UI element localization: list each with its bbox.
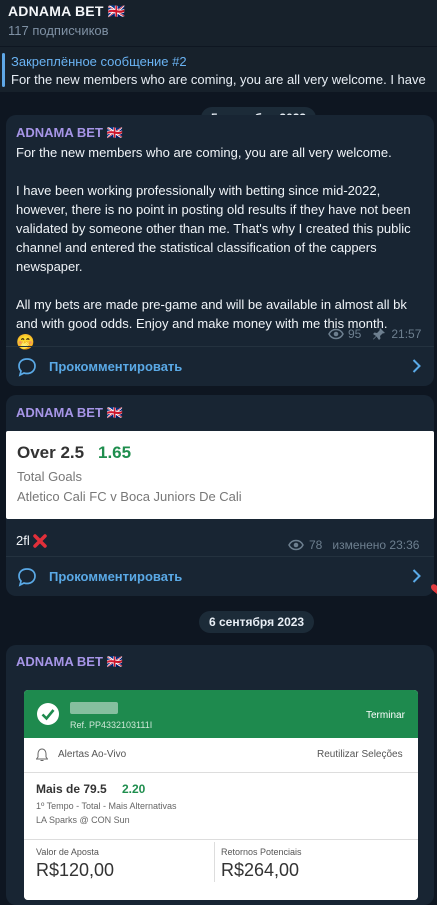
- message-sender[interactable]: ADNAMA BET 🇬🇧: [16, 125, 123, 141]
- comment-label: Прокомментировать: [49, 569, 183, 584]
- reuse-selections-label[interactable]: Reutilizar Seleções: [317, 749, 403, 760]
- slip-status[interactable]: Terminar: [366, 710, 405, 721]
- message-paragraph: For the new members who are coming, you …: [16, 145, 392, 160]
- stake-label: Valor de Aposta: [36, 847, 99, 857]
- message-caption: 2fl: [16, 531, 48, 550]
- message-sender[interactable]: ADNAMA BET 🇬🇧: [16, 654, 123, 670]
- bell-icon: [36, 748, 48, 762]
- message-text: For the new members who are coming, you …: [16, 143, 426, 352]
- returns-value: R$264,00: [221, 860, 300, 880]
- check-circle-icon: [36, 702, 60, 726]
- message-time: 21:57: [391, 327, 422, 341]
- bet-odds: 1.65: [98, 443, 132, 462]
- live-alerts-label[interactable]: Alertas Ao-Vivo: [58, 749, 126, 760]
- message-bubble[interactable]: ADNAMA BET 🇬🇧 For the new members who ar…: [6, 115, 434, 386]
- comment-icon: [17, 567, 37, 587]
- channel-header[interactable]: ADNAMA BET 🇬🇧 117 подписчиков: [0, 0, 437, 46]
- bet-slip-image[interactable]: Ref. PP4332103111I Terminar Alertas Ao-V…: [24, 690, 418, 900]
- pinned-preview: For the new members who are coming, you …: [11, 72, 426, 87]
- slip-selection: Mais de 79.5 2.20 1º Tempo - Total - Mai…: [24, 773, 418, 840]
- returns-label: Retornos Potenciais: [221, 847, 302, 857]
- slip-odds: 2.20: [122, 782, 146, 796]
- message-paragraph: I have been working professionally with …: [16, 183, 411, 274]
- pin-icon: [373, 328, 386, 340]
- message-sender[interactable]: ADNAMA BET 🇬🇧: [16, 405, 123, 421]
- divider: [214, 842, 215, 882]
- red-cross-icon: [32, 533, 48, 549]
- slip-actions: Alertas Ao-Vivo Reutilizar Seleções: [24, 738, 418, 773]
- eye-icon: [288, 539, 304, 551]
- view-count: 78: [309, 538, 323, 552]
- message-meta: 78 изменено 23:36: [288, 538, 419, 552]
- stake-value: R$120,00: [36, 860, 115, 880]
- slip-selection-name: Mais de 79.5: [36, 782, 107, 796]
- pinned-message-bar[interactable]: Закреплённое сообщение #2 For the new me…: [0, 47, 437, 92]
- heart-icon[interactable]: [429, 583, 437, 595]
- caption-text: 2fl: [16, 533, 30, 548]
- eye-icon: [328, 328, 344, 340]
- subscriber-count: 117 подписчиков: [8, 23, 109, 38]
- comment-label: Прокомментировать: [49, 359, 183, 374]
- channel-title: ADNAMA BET 🇬🇧: [8, 3, 126, 19]
- slip-market: 1º Tempo - Total - Mais Alternativas: [36, 801, 177, 811]
- pinned-title: Закреплённое сообщение #2: [11, 54, 187, 69]
- comment-button[interactable]: Прокомментировать: [6, 557, 434, 596]
- comment-button[interactable]: Прокомментировать: [6, 347, 434, 386]
- message-meta: 95 21:57: [328, 327, 421, 341]
- slip-totals: Valor de Aposta R$120,00 Retornos Potenc…: [24, 840, 418, 900]
- slip-reference: Ref. PP4332103111I: [70, 720, 153, 730]
- message-bubble[interactable]: ADNAMA BET 🇬🇧 Ref. PP4332103111I Termina…: [6, 645, 434, 905]
- bet-selection: Over 2.5: [17, 443, 85, 462]
- slip-header: Ref. PP4332103111I Terminar: [24, 690, 418, 738]
- bet-market: Total Goals: [17, 469, 83, 484]
- comment-icon: [17, 357, 37, 377]
- message-bubble[interactable]: ADNAMA BET 🇬🇧 Over 2.5 1.65 Total Goals …: [6, 395, 434, 596]
- view-count: 95: [348, 327, 362, 341]
- slip-match: LA Sparks @ CON Sun: [36, 815, 130, 825]
- bet-card[interactable]: Over 2.5 1.65 Total Goals Atletico Cali …: [6, 431, 434, 519]
- date-separator: 6 сентября 2023: [199, 611, 315, 633]
- chevron-right-icon: [412, 569, 421, 583]
- chevron-right-icon: [412, 359, 421, 373]
- blurred-name: [70, 702, 118, 714]
- message-time: изменено 23:36: [332, 538, 420, 552]
- pinned-indicator: [2, 53, 5, 87]
- bet-match: Atletico Cali FC v Boca Juniors De Cali: [17, 489, 242, 504]
